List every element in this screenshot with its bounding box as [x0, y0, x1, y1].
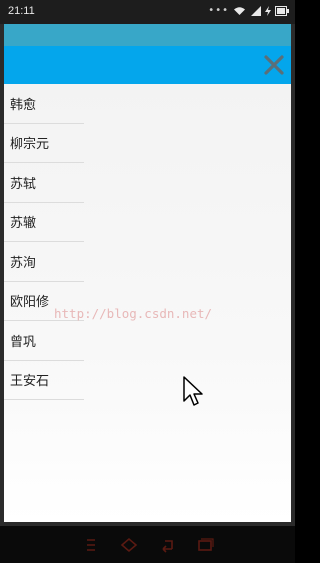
app-top-strip: [4, 24, 291, 46]
list-item-label: 苏辙: [10, 216, 37, 232]
recent-apps-icon[interactable]: [195, 537, 215, 553]
status-icons: •••: [208, 5, 289, 16]
list-item[interactable]: 苏洵: [4, 242, 84, 282]
watermark: http://blog.csdn.net/: [54, 306, 213, 321]
mouse-cursor-icon: [183, 376, 203, 406]
back-icon[interactable]: [157, 537, 177, 553]
menu-icon[interactable]: [81, 537, 101, 553]
close-icon[interactable]: [263, 54, 285, 76]
name-list: 韩愈 柳宗元 苏轼 苏辙 苏洵 欧阳修 曾巩 王安石: [4, 84, 84, 400]
list-item-label: 韩愈: [10, 97, 37, 113]
wifi-icon: [234, 6, 245, 15]
navigation-bar: [0, 526, 295, 563]
list-item[interactable]: 苏轼: [4, 163, 84, 203]
battery-icon: [275, 5, 289, 16]
list-item[interactable]: 曾巩: [4, 321, 84, 361]
list-item[interactable]: 柳宗元: [4, 124, 84, 163]
phone-screen: 21:11 ••• 韩愈 柳宗元 苏轼 苏辙 苏洵 欧阳修 曾巩 王安石 htt…: [0, 0, 295, 563]
list-item[interactable]: 韩愈: [4, 84, 84, 124]
list-item[interactable]: 王安石: [4, 361, 84, 400]
header-bar: [4, 46, 291, 84]
list-item-label: 王安石: [10, 374, 50, 390]
list-item-label: 苏轼: [10, 176, 37, 192]
list-item[interactable]: 苏辙: [4, 203, 84, 242]
list-item-label: 曾巩: [10, 334, 37, 350]
charging-icon: [265, 5, 271, 16]
more-dots-icon: •••: [208, 5, 229, 16]
signal-icon: [251, 5, 261, 16]
list-item-label: 欧阳修: [10, 295, 50, 311]
list-item-label: 苏洵: [10, 255, 37, 271]
status-bar: 21:11 •••: [0, 0, 295, 24]
status-time: 21:11: [8, 5, 35, 17]
content-area: 韩愈 柳宗元 苏轼 苏辙 苏洵 欧阳修 曾巩 王安石 http://blog.c…: [4, 84, 291, 522]
home-icon[interactable]: [119, 537, 139, 553]
list-item-label: 柳宗元: [10, 137, 50, 153]
app-window: 韩愈 柳宗元 苏轼 苏辙 苏洵 欧阳修 曾巩 王安石 http://blog.c…: [4, 24, 291, 522]
